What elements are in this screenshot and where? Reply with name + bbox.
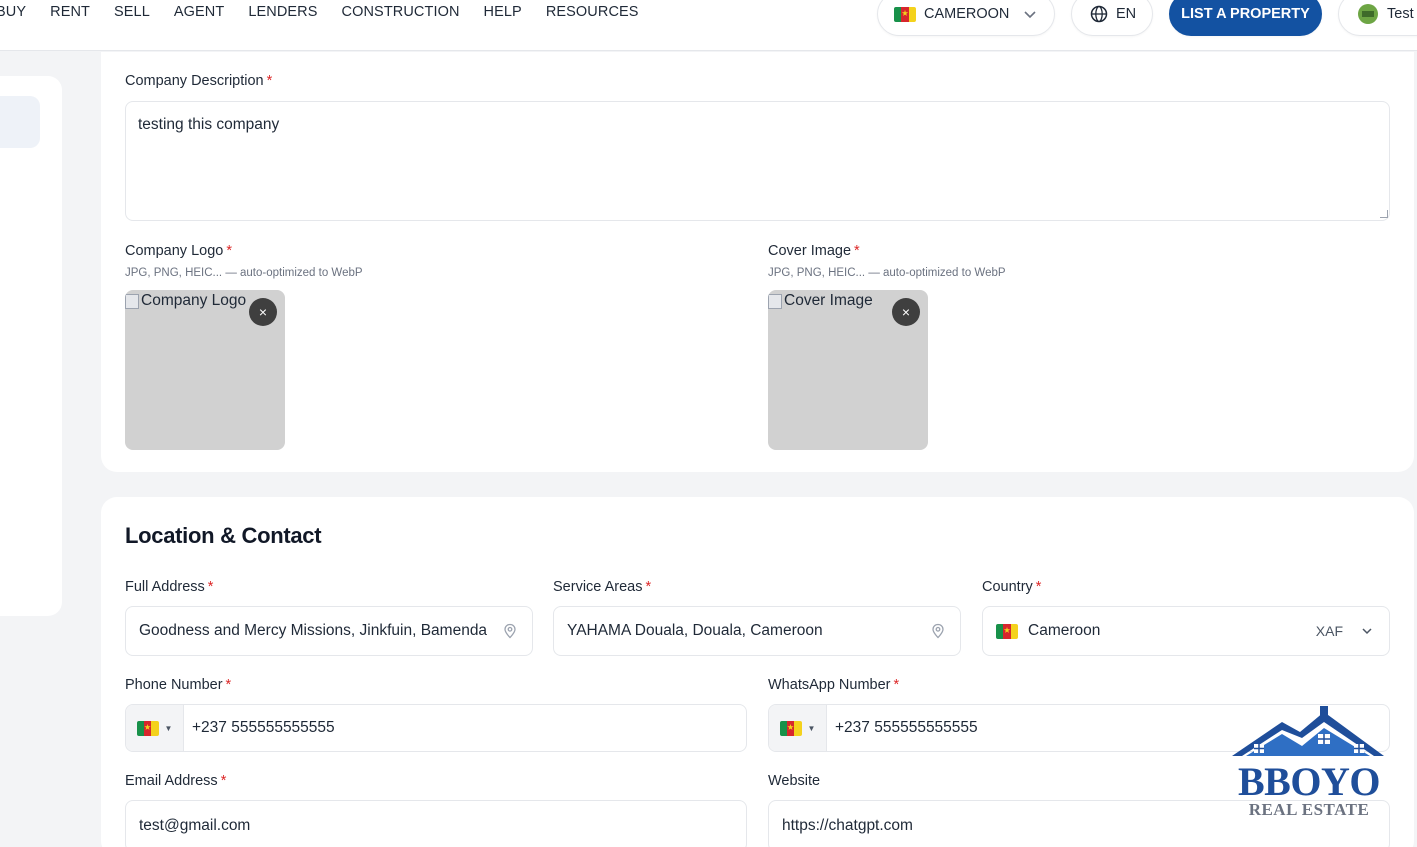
watermark-brand: BBOYO bbox=[1238, 759, 1380, 804]
nav-agent[interactable]: AGENT bbox=[174, 4, 224, 20]
required-marker: * bbox=[220, 773, 227, 789]
company-logo-label: Company Logo * bbox=[125, 243, 232, 259]
sidebar-item-active[interactable] bbox=[0, 96, 40, 148]
user-menu[interactable]: Test bbox=[1338, 0, 1417, 36]
required-marker: * bbox=[893, 677, 900, 693]
chevron-down-icon bbox=[1362, 628, 1372, 635]
nav-resources[interactable]: RESOURCES bbox=[546, 4, 639, 20]
country-selector[interactable]: ★ CAMEROON bbox=[877, 0, 1055, 36]
nav-lenders[interactable]: LENDERS bbox=[248, 4, 317, 20]
full-address-input[interactable]: Goodness and Mercy Missions, Jinkfuin, B… bbox=[125, 606, 533, 656]
company-description-label: Company Description * bbox=[125, 73, 273, 89]
phone-number-label: Phone Number * bbox=[125, 677, 232, 693]
nav-buy[interactable]: BUY bbox=[0, 4, 26, 20]
location-pin-icon bbox=[504, 623, 516, 639]
required-marker: * bbox=[225, 677, 232, 693]
location-pin-icon bbox=[932, 623, 944, 639]
cameroon-flag-icon: ★ bbox=[894, 6, 916, 22]
user-avatar-icon bbox=[1358, 4, 1378, 24]
country-select[interactable]: ★ Cameroon XAF bbox=[982, 606, 1390, 656]
chevron-down-icon bbox=[1024, 11, 1036, 19]
cover-image-label: Cover Image * bbox=[768, 243, 860, 259]
whatsapp-country-code-selector[interactable]: ★ ▼ bbox=[769, 705, 827, 751]
service-areas-label: Service Areas * bbox=[553, 579, 652, 595]
main-nav: BUY RENT SELL AGENT LENDERS CONSTRUCTION… bbox=[0, 4, 639, 20]
caret-down-icon: ▼ bbox=[807, 723, 816, 733]
location-contact-card bbox=[101, 497, 1414, 847]
required-marker: * bbox=[854, 243, 860, 259]
currency-code: XAF bbox=[1315, 623, 1343, 639]
section-title: Location & Contact bbox=[125, 523, 322, 548]
nav-rent[interactable]: RENT bbox=[50, 4, 90, 20]
email-address-label: Email Address * bbox=[125, 773, 227, 789]
cameroon-flag-icon: ★ bbox=[779, 720, 802, 736]
phone-country-code-selector[interactable]: ★ ▼ bbox=[126, 705, 184, 751]
language-selector[interactable]: EN bbox=[1071, 0, 1153, 36]
house-logo-icon bbox=[1232, 706, 1384, 756]
cameroon-flag-icon: ★ bbox=[136, 720, 159, 736]
required-marker: * bbox=[226, 243, 232, 259]
language-label: EN bbox=[1116, 6, 1137, 22]
resize-handle-icon[interactable] bbox=[1380, 210, 1388, 218]
top-navbar: BUY RENT SELL AGENT LENDERS CONSTRUCTION… bbox=[0, 0, 1417, 51]
cameroon-flag-icon: ★ bbox=[996, 623, 1018, 639]
company-description-textarea[interactable]: testing this company bbox=[125, 101, 1390, 221]
remove-cover-button[interactable]: × bbox=[892, 298, 920, 326]
email-address-input[interactable]: test@gmail.com bbox=[125, 800, 747, 847]
broken-image-icon bbox=[768, 293, 782, 309]
broken-image-icon bbox=[125, 293, 139, 309]
required-marker: * bbox=[645, 579, 652, 595]
country-label: Country * bbox=[982, 579, 1042, 595]
whatsapp-number-label: WhatsApp Number * bbox=[768, 677, 900, 693]
company-logo-alt: Company Logo bbox=[125, 292, 246, 310]
remove-logo-button[interactable]: × bbox=[249, 298, 277, 326]
watermark-tagline: REAL ESTATE bbox=[1248, 800, 1370, 819]
user-name: Test bbox=[1387, 6, 1414, 22]
country-selector-label: CAMEROON bbox=[924, 6, 1010, 22]
nav-sell[interactable]: SELL bbox=[114, 4, 150, 20]
required-marker: * bbox=[1035, 579, 1042, 595]
website-label: Website bbox=[768, 773, 821, 789]
sidebar-card bbox=[0, 76, 62, 616]
list-property-button[interactable]: LIST A PROPERTY bbox=[1169, 0, 1322, 36]
globe-icon bbox=[1090, 5, 1108, 23]
full-address-label: Full Address * bbox=[125, 579, 214, 595]
required-marker: * bbox=[266, 73, 273, 89]
required-marker: * bbox=[207, 579, 214, 595]
nav-help[interactable]: HELP bbox=[484, 4, 522, 20]
company-logo-hint: JPG, PNG, HEIC... — auto-optimized to We… bbox=[125, 267, 363, 279]
cover-image-hint: JPG, PNG, HEIC... — auto-optimized to We… bbox=[768, 267, 1006, 279]
phone-number-input[interactable]: ★ ▼ +237 555555555555 bbox=[125, 704, 747, 752]
nav-construction[interactable]: CONSTRUCTION bbox=[342, 4, 460, 20]
service-areas-input[interactable]: YAHAMA Douala, Douala, Cameroon bbox=[553, 606, 961, 656]
cover-image-alt: Cover Image bbox=[768, 292, 873, 310]
bboyo-watermark-logo: BBOYO REAL ESTATE bbox=[1228, 704, 1388, 824]
caret-down-icon: ▼ bbox=[164, 723, 173, 733]
